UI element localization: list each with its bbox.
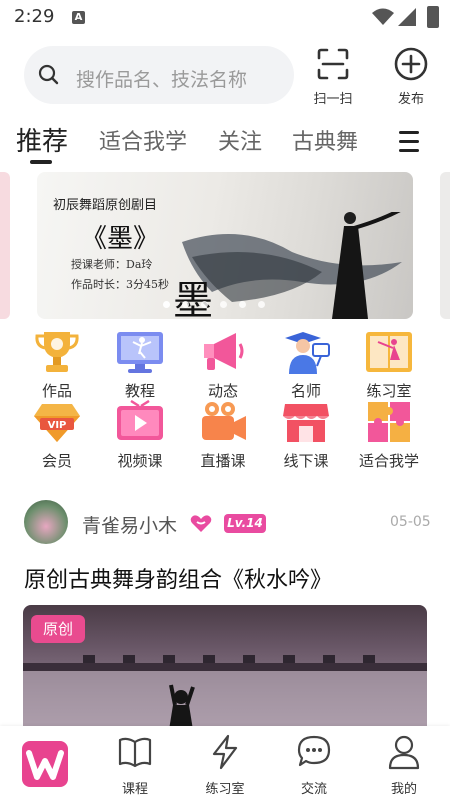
lightning-icon [212,734,238,770]
grid-item-label: 练习室 [366,382,412,400]
post-image[interactable]: 原创 [23,605,427,730]
chat-icon [297,735,331,767]
puzzle-icon [364,400,414,444]
tab-following[interactable]: 关注 [218,124,262,156]
grid-item-2[interactable]: 动态 [183,330,263,400]
grid-item-0[interactable]: 作品 [17,330,97,400]
grid-item-label: 直播课 [200,452,246,470]
signal-icon [398,8,416,26]
grid-item-6[interactable]: 视频课 [100,399,180,470]
scan-button[interactable]: 扫一扫 [310,44,356,107]
wifi-icon [372,8,394,25]
menu-icon[interactable] [399,131,419,158]
banner-teacher: 授课老师：Da玲 [71,258,153,271]
teacher-icon [281,330,331,374]
grid-item-3[interactable]: 名师 [266,330,346,400]
banner-duration: 作品时长：3分45秒 [71,278,169,291]
grid-item-label: 教程 [124,382,155,400]
banner[interactable]: 初辰舞蹈原创剧目 《墨》 授课老师：Da玲 作品时长：3分45秒 墨 [37,172,413,319]
nav-community-label: 交流 [300,782,327,797]
vip-diamond-icon: VIP [32,400,82,444]
post-username[interactable]: 青雀易小木 [82,511,177,538]
original-badge: 原创 [31,615,85,643]
megaphone-icon [198,330,248,374]
grid-item-9[interactable]: 适合我学 [349,400,429,470]
nav-practice-room[interactable]: 练习室 [195,728,255,798]
tab-recommend[interactable]: 推荐 [16,121,68,158]
status-time: 2:29 [14,6,55,27]
scan-icon [317,48,349,80]
add-circle-icon [394,47,428,81]
banner-prev-peek[interactable] [0,172,10,319]
tab-classical-dance[interactable]: 古典舞 [292,124,358,156]
grid-item-label: 名师 [290,382,321,400]
nav-profile-label: 我的 [390,782,417,797]
video-tv-icon [115,399,165,444]
banner-dot[interactable] [220,301,227,308]
nav-community[interactable]: 交流 [284,728,344,798]
avatar[interactable] [24,500,68,544]
grid-item-1[interactable]: 教程 [100,330,180,400]
grid-item-label: 适合我学 [358,452,419,470]
monitor-dancer-icon [115,330,165,374]
grid-item-label: 作品 [41,382,72,400]
logo-w-icon [26,750,64,780]
banner-next-peek[interactable] [440,172,450,319]
grid-item-4[interactable]: 练习室 [349,330,429,400]
sim-icon: A [72,11,85,24]
live-camera-icon [198,400,248,444]
banner-pager[interactable] [163,293,277,312]
banner-subtitle: 初辰舞蹈原创剧目 [53,198,158,213]
grid-item-label: 视频课 [117,452,163,470]
home-logo-icon[interactable] [22,741,68,787]
banner-dot[interactable] [201,301,208,308]
search-bar[interactable]: 搜作品名、技法名称 [24,46,294,104]
nav-course-label: 课程 [121,782,148,797]
vip-text: VIP [48,420,67,431]
search-placeholder: 搜作品名、技法名称 [76,69,248,91]
battery-icon [427,6,439,28]
grid-item-5[interactable]: VIP 会员 [17,400,97,470]
tab-indicator [30,160,52,164]
level-badge: Lv.14 [224,514,266,533]
grid-item-label: 动态 [207,382,238,400]
status-bar: 2:29 A [0,0,450,36]
trophy-icon [32,330,82,374]
post-date: 05-05 [390,514,431,530]
practice-room-icon [364,330,414,374]
grid-item-8[interactable]: 线下课 [266,400,346,470]
banner-dot[interactable] [163,301,170,308]
banner-dot[interactable] [258,301,265,308]
book-icon [118,737,152,768]
nav-practice-room-label: 练习室 [205,782,245,797]
scan-label: 扫一扫 [313,92,353,107]
post-label: 发布 [397,92,424,107]
grid-item-7[interactable]: 直播课 [183,400,263,470]
post-button[interactable]: 发布 [388,44,434,107]
tab-suitable[interactable]: 适合我学 [99,124,187,156]
store-icon [281,400,331,444]
nav-course[interactable]: 课程 [105,728,165,798]
nav-profile[interactable]: 我的 [374,728,434,798]
banner-dot[interactable] [239,301,246,308]
banner-dot[interactable] [182,301,189,308]
user-icon [388,735,420,770]
search-icon [38,64,59,85]
grid-item-label: 会员 [41,452,72,470]
post-title[interactable]: 原创古典舞身韵组合《秋水吟》 [24,562,332,594]
grid-item-label: 线下课 [283,452,329,470]
vip-heart-icon [190,515,212,532]
banner-title: 《墨》 [81,224,160,254]
